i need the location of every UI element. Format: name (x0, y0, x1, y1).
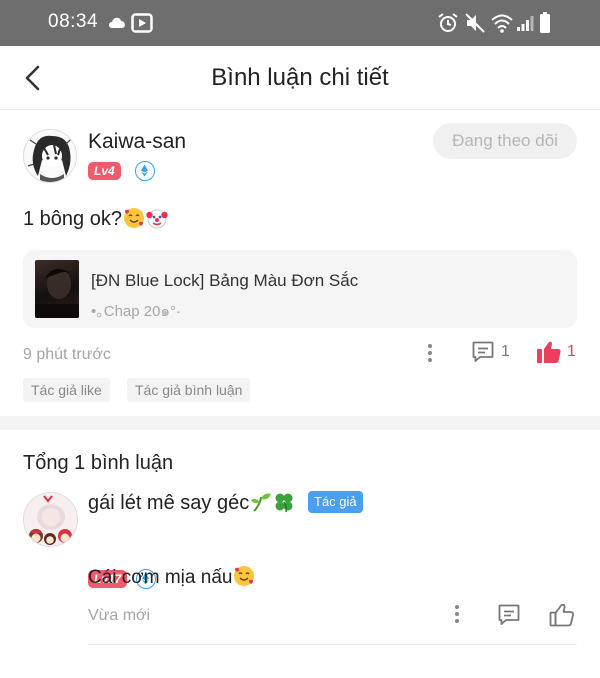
follow-button[interactable]: Đang theo dõi (433, 123, 577, 159)
comments-total: Tổng 1 bình luận (23, 452, 174, 474)
battery-icon (540, 12, 550, 33)
reply-text: Cái cơm mịa nấu (88, 565, 255, 589)
tag-author-comment: Tác giả bình luận (127, 378, 251, 402)
cloud-icon (109, 17, 125, 28)
thumbs-up-filled-icon (537, 341, 561, 363)
comment-icon (472, 341, 494, 362)
like-button[interactable]: 1 (536, 340, 578, 366)
status-bar: 08:34 (0, 0, 600, 46)
reply-separator (88, 644, 577, 645)
manga-avatar-image (24, 130, 76, 182)
more-options-button[interactable] (452, 605, 462, 627)
page-title: Bình luận chi tiết (211, 64, 389, 91)
username[interactable]: Kaiwa-san (88, 130, 186, 154)
verified-badge-icon (135, 161, 155, 181)
comment-text: 1 bông ok? (23, 207, 168, 231)
reply-time: Vừa mới (88, 607, 151, 624)
four-leaf-clover-icon (275, 493, 293, 513)
reply-button[interactable] (497, 603, 523, 629)
like-button[interactable] (549, 602, 577, 628)
story-title: [ĐN Blue Lock] Bảng Màu Đơn Sắc (91, 271, 359, 290)
smiling-face-with-hearts-icon (123, 208, 144, 228)
avatar[interactable] (23, 492, 78, 547)
story-chapter: •｡Chap 20๑°· (91, 303, 181, 320)
comment-detail-sheet: Bình luận chi tiết Kaiwa-san Lv4 Đang th… (0, 46, 600, 678)
seedling-icon (251, 493, 272, 512)
chibi-avatar-image (24, 493, 77, 546)
reply-button[interactable]: 1 (471, 340, 511, 366)
comment-text-content: 1 bông ok? (23, 208, 122, 230)
reply-text-content: Cái cơm mịa nấu (88, 567, 233, 588)
reply-username-text: gái lét mê say géc (88, 492, 250, 514)
wifi-icon (491, 14, 513, 33)
status-time: 08:34 (48, 11, 99, 32)
smiling-face-with-hearts-icon (234, 566, 255, 586)
comment-icon (498, 604, 520, 625)
like-count: 1 (567, 343, 576, 360)
section-divider (0, 416, 600, 430)
clown-face-icon (146, 209, 168, 229)
story-card[interactable]: [ĐN Blue Lock] Bảng Màu Đơn Sắc •｡Chap 2… (23, 250, 577, 328)
media-icon (131, 13, 153, 33)
mute-icon (465, 13, 485, 33)
more-options-button[interactable] (425, 344, 435, 366)
reply-username[interactable]: gái lét mê say géc (88, 491, 295, 515)
reply-count: 1 (501, 343, 510, 360)
author-badge: Tác giả (308, 491, 363, 513)
story-cover-image (35, 260, 79, 318)
alarm-icon (438, 13, 458, 32)
header: Bình luận chi tiết (0, 46, 600, 110)
thumbs-up-outline-icon (549, 603, 574, 627)
avatar[interactable] (23, 129, 77, 183)
signal-icon (517, 16, 534, 31)
comment-time: 9 phút trước (23, 346, 111, 363)
level-badge: Lv4 (88, 162, 121, 180)
tag-author-like: Tác giả like (23, 378, 110, 402)
